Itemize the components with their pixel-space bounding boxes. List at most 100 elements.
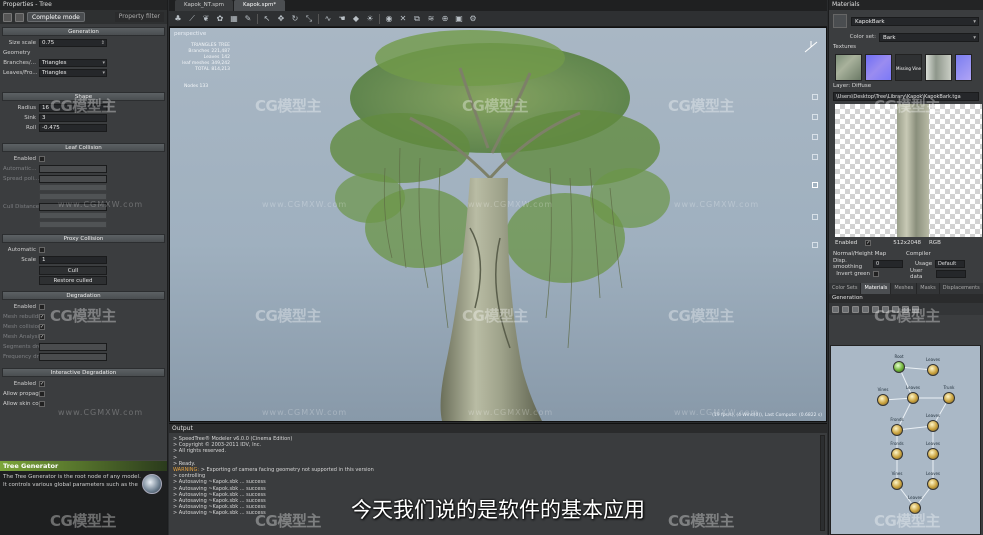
branch-node-icon[interactable] bbox=[842, 305, 849, 313]
stats-key: TOTAL bbox=[195, 67, 210, 72]
tab-kapok-nt[interactable]: Kapok_NT.spm bbox=[175, 0, 233, 11]
section-interactive-degradation[interactable]: Interactive Degradation bbox=[2, 368, 165, 377]
tab-masks[interactable]: Masks bbox=[917, 283, 939, 294]
node-leaves[interactable] bbox=[907, 392, 919, 404]
color-set-value: Bark bbox=[883, 34, 896, 41]
texture-detail-normal-thumb[interactable] bbox=[955, 54, 972, 81]
leaf-node-icon[interactable] bbox=[852, 305, 859, 313]
leaf-icon[interactable]: ✿ bbox=[215, 14, 225, 24]
refresh-icon[interactable] bbox=[15, 12, 24, 22]
property-filter-input[interactable]: Property filter bbox=[114, 12, 164, 22]
node-leaves[interactable] bbox=[927, 420, 939, 432]
section-leaf-collision[interactable]: Leaf Collision bbox=[2, 143, 165, 152]
cursor-icon[interactable]: ↖ bbox=[262, 14, 272, 24]
texture-detail-thumb[interactable] bbox=[925, 54, 952, 81]
delete-icon[interactable]: ✕ bbox=[398, 14, 408, 24]
user-data-field[interactable] bbox=[936, 270, 966, 278]
texture-diffuse-thumb[interactable] bbox=[835, 54, 862, 81]
mode-select[interactable]: Complete mode bbox=[27, 12, 85, 22]
frond-icon[interactable]: ❦ bbox=[201, 14, 211, 24]
hand-icon[interactable]: ☚ bbox=[337, 14, 347, 24]
slider-tick bbox=[812, 214, 818, 220]
usage-select[interactable]: Default bbox=[935, 260, 965, 268]
restore-culled-button[interactable]: Restore culled bbox=[39, 276, 107, 285]
allow-propag-checkbox[interactable] bbox=[39, 391, 45, 397]
light-icon[interactable]: ☀ bbox=[365, 14, 375, 24]
spinner-icon[interactable]: ⇕ bbox=[101, 40, 105, 47]
camera-icon[interactable]: ◉ bbox=[384, 14, 394, 24]
zoom-icon[interactable]: ⊕ bbox=[440, 14, 450, 24]
wind-icon[interactable]: ≋ bbox=[426, 14, 436, 24]
lock-icon[interactable] bbox=[3, 12, 12, 22]
disp-smoothing-field[interactable]: 0 bbox=[873, 260, 903, 268]
node-icon[interactable]: ◆ bbox=[351, 14, 361, 24]
curve-icon[interactable]: ∿ bbox=[323, 14, 333, 24]
roll-field[interactable]: -0.475 bbox=[39, 124, 107, 132]
section-proxy-collision[interactable]: Proxy Collision bbox=[2, 234, 165, 243]
3d-viewport[interactable]: perspective TRIANGLES TREE Branches 221,48… bbox=[169, 27, 827, 422]
viewport-lod-slider[interactable] bbox=[806, 94, 820, 254]
watermark-logo: CG模型主 bbox=[874, 97, 940, 115]
tab-color-sets[interactable]: Color Sets bbox=[829, 283, 861, 294]
interactive-enabled-row: Enabled ✓ bbox=[0, 379, 167, 389]
node-vines[interactable] bbox=[877, 394, 889, 406]
frond-node-icon[interactable] bbox=[862, 305, 869, 313]
render-icon[interactable]: ▣ bbox=[454, 14, 464, 24]
branches-select[interactable]: Triangles ▾ bbox=[39, 59, 107, 67]
texture-missing-thumb[interactable]: Missing Vine bbox=[895, 54, 922, 81]
tab-meshes[interactable]: Meshes bbox=[891, 283, 917, 294]
texture-resolution: 512x2048 bbox=[893, 240, 921, 246]
node-vines[interactable] bbox=[891, 478, 903, 490]
rotate-icon[interactable]: ↻ bbox=[290, 14, 300, 24]
texture-enabled-checkbox[interactable]: ✓ bbox=[865, 240, 872, 246]
move-icon[interactable]: ✥ bbox=[276, 14, 286, 24]
warning-tag: WARNING: bbox=[173, 467, 200, 474]
settings-icon[interactable]: ⚙ bbox=[468, 14, 478, 24]
tree-icon[interactable]: ♣ bbox=[173, 14, 183, 24]
node-fronds[interactable] bbox=[891, 448, 903, 460]
proxy-scale-field[interactable]: 1 bbox=[39, 256, 107, 264]
degradation-enabled-checkbox[interactable] bbox=[39, 304, 45, 310]
add-node-icon[interactable] bbox=[832, 305, 839, 313]
proxy-auto-checkbox[interactable] bbox=[39, 247, 45, 253]
node-leaves[interactable] bbox=[927, 364, 939, 376]
paint-icon[interactable]: ✎ bbox=[243, 14, 253, 24]
section-generation[interactable]: Generation bbox=[2, 27, 165, 36]
slider-handle[interactable] bbox=[812, 182, 818, 188]
output-title: Output bbox=[169, 424, 827, 433]
watermark-logo: CG模型主 bbox=[462, 97, 528, 115]
mesh-icon[interactable]: ▦ bbox=[229, 14, 239, 24]
invert-green-checkbox[interactable] bbox=[873, 271, 879, 277]
material-select[interactable]: KapokBark ▾ bbox=[851, 16, 979, 26]
tab-displacements[interactable]: Displacements bbox=[939, 283, 983, 294]
degradation-enabled-label: Enabled bbox=[13, 304, 36, 310]
invert-row: Invert green User data bbox=[829, 268, 983, 280]
generation-graph[interactable]: Root Leaves Vines Leaves Trunk Fronds Le… bbox=[830, 345, 981, 535]
cull-button[interactable]: Cull bbox=[39, 266, 107, 275]
tab-materials[interactable]: Materials bbox=[861, 283, 891, 294]
leaves-select[interactable]: Triangles ▾ bbox=[39, 69, 107, 77]
node-leaves[interactable] bbox=[927, 448, 939, 460]
texture-normal-thumb[interactable] bbox=[865, 54, 892, 81]
size-scale-value: 0.75 bbox=[42, 40, 55, 46]
node-leaves[interactable] bbox=[927, 478, 939, 490]
color-set-select[interactable]: Bark ▾ bbox=[879, 32, 979, 42]
help-globe-icon bbox=[142, 474, 162, 494]
interactive-enabled-checkbox[interactable]: ✓ bbox=[39, 381, 45, 387]
tab-kapok[interactable]: Kapok.spm* bbox=[233, 0, 286, 11]
node-trunk[interactable] bbox=[943, 392, 955, 404]
textures-label: Textures bbox=[833, 44, 856, 50]
node-fronds[interactable] bbox=[891, 424, 903, 436]
scale-icon[interactable]: ⤡ bbox=[304, 14, 314, 24]
allow-skin-checkbox[interactable] bbox=[39, 401, 45, 407]
node-root[interactable] bbox=[893, 361, 905, 373]
copy-icon[interactable]: ⧉ bbox=[412, 14, 422, 24]
size-scale-field[interactable]: 0.75 ⇕ bbox=[39, 39, 107, 47]
material-swatch-icon[interactable] bbox=[833, 14, 847, 28]
leaf-enabled-checkbox[interactable] bbox=[39, 156, 45, 162]
generation-title: Generation bbox=[829, 294, 983, 303]
watermark-logo: CG模型主 bbox=[668, 307, 734, 325]
section-degradation[interactable]: Degradation bbox=[2, 291, 165, 300]
branch-icon[interactable]: ⟋ bbox=[187, 14, 197, 24]
axis-gizmo-icon[interactable] bbox=[804, 40, 818, 54]
